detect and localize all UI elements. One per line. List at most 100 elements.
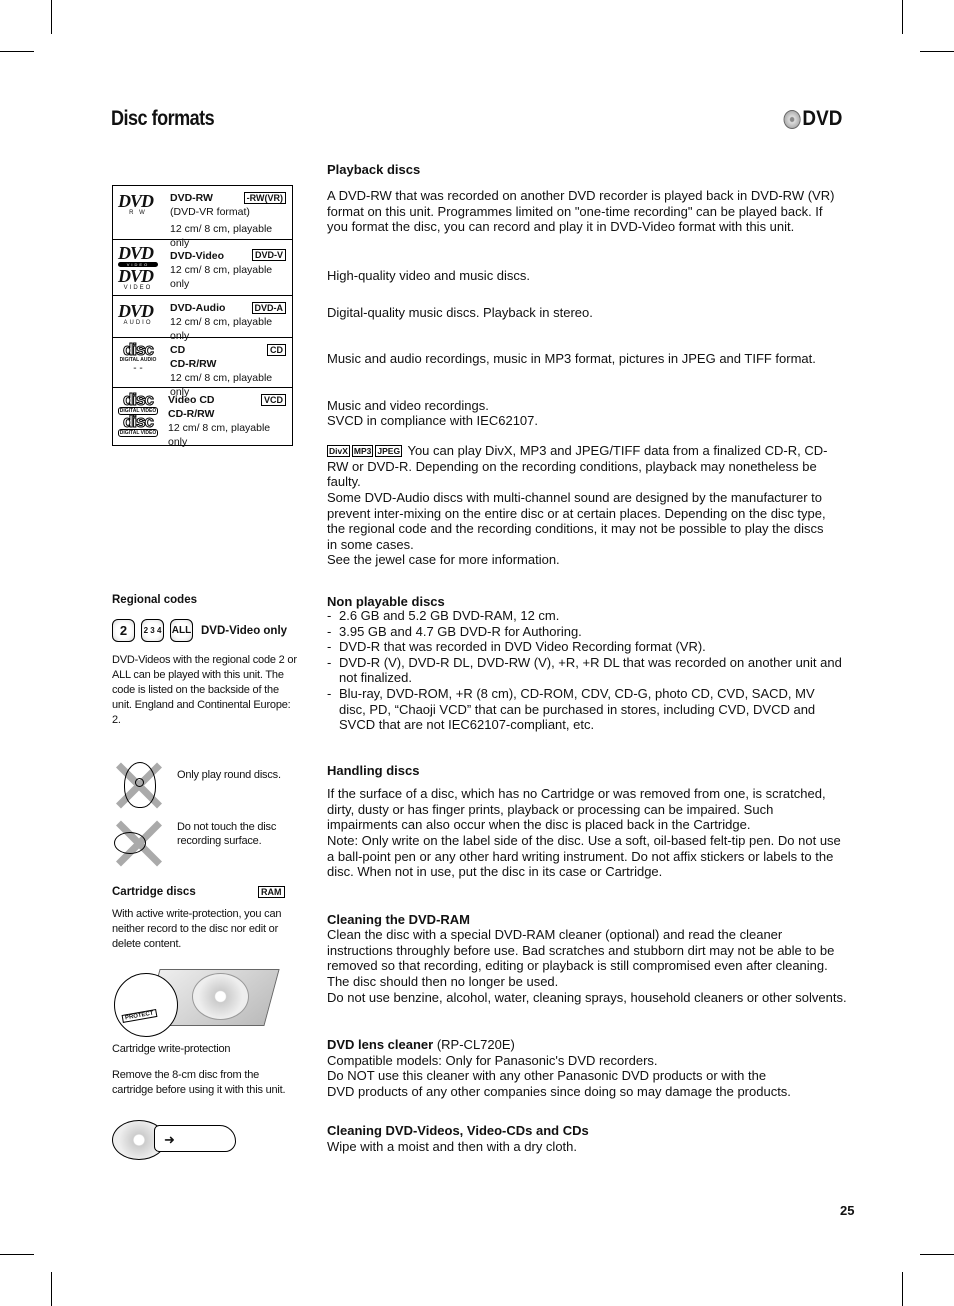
region-2-icon: 2 — [112, 619, 135, 642]
region-all-icon: ALL — [170, 619, 193, 642]
no-touch-surface-icon — [114, 818, 164, 868]
disc-row-cd: disc DIGITAL AUDIO - - CD CD-R/RW 12 cm/… — [113, 338, 292, 398]
list-item: 2.6 GB and 5.2 GB DVD-RAM, 12 cm. — [327, 608, 842, 624]
handling-note: Note: Only write on the label side of th… — [327, 833, 841, 880]
format-badge: -RW(VR) — [243, 192, 286, 204]
crop-mark — [920, 1254, 954, 1255]
touch-warning: Do not touch the disc recording surface. — [177, 821, 277, 847]
disc-name-2: CD-R/RW — [170, 358, 217, 370]
logo-subtitle: DIGITAL VIDEO — [118, 429, 158, 437]
logo-extra: - - — [133, 363, 143, 374]
dvd-section-logo: DVD — [783, 107, 842, 131]
desc-dvd-rw: A DVD-RW that was recorded on another DV… — [327, 188, 835, 235]
video-cd-logo: disc DIGITAL VIDEO disc DIGITAL VIDEO — [118, 390, 158, 437]
no-odd-shape-disc-icon — [114, 760, 164, 810]
jpeg-badge: JPEG — [375, 445, 403, 457]
handling-text: If the surface of a disc, which has no C… — [327, 786, 826, 833]
disc-extra: (DVD-VR format) — [170, 206, 250, 218]
cleaning-ram-warning: Do not use benzine, alcohol, water, clea… — [327, 990, 847, 1005]
disc-row-dvd-video: DVD VIDEO DVD VIDEO DVD-Video 12 cm/ 8 c… — [113, 240, 292, 296]
format-note-paragraph: DivX MP3 JPEG You can play DivX, MP3 and J… — [327, 443, 839, 490]
cartridge-heading: Cartridge discs — [112, 886, 196, 898]
list-item: 3.95 GB and 4.7 GB DVD-R for Authoring. — [327, 624, 842, 640]
region-234-icon: 2 3 4 — [141, 619, 164, 642]
dvd-audio-logo: DVD AUDIO — [118, 302, 158, 326]
cleaning-ram-heading: Cleaning the DVD-RAM — [327, 912, 470, 927]
format-badge: CD — [267, 344, 286, 356]
desc-dvd-video: High-quality video and music discs. — [327, 268, 531, 283]
lens-cleaner-warning: Do NOT use this cleaner with any other P… — [327, 1068, 791, 1099]
non-playable-list: 2.6 GB and 5.2 GB DVD-RAM, 12 cm. 3.95 G… — [327, 608, 842, 733]
cleaning-ram-text: Clean the disc with a special DVD-RAM cl… — [327, 927, 835, 989]
dvd-logo-mark: DVD — [118, 301, 154, 321]
cartridge-illustration: PROTECT — [112, 965, 280, 1037]
disc-format-table: DVD R W DVD-RW (DVD-VR format) 12 cm/ 8 … — [112, 185, 293, 448]
desc-svcd: SVCD in compliance with IEC62107. — [327, 413, 538, 428]
crop-mark — [51, 0, 52, 34]
playback-heading: Playback discs — [327, 162, 421, 177]
crop-mark — [902, 0, 903, 34]
disc-name: DVD-RW — [170, 192, 213, 204]
cleaning-cds-text: Wipe with a moist and then with a dry cl… — [327, 1139, 578, 1154]
regional-label: DVD-Video only — [201, 624, 288, 637]
regional-heading: Regional codes — [112, 594, 197, 606]
disc-row-dvd-audio: DVD AUDIO DVD-Audio 12 cm/ 8 cm, playabl… — [113, 296, 292, 342]
mp3-badge: MP3 — [351, 445, 374, 457]
disc-name-2: CD-R/RW — [168, 408, 215, 420]
desc-video-cd: Music and video recordings. — [327, 398, 489, 413]
lens-cleaner-heading: DVD lens cleaner — [327, 1037, 434, 1052]
cd-logo-mark: disc — [122, 390, 154, 409]
wipe-disc-illustration: ➜ — [112, 1115, 237, 1160]
handling-heading: Handling discs — [327, 763, 420, 778]
compact-disc-logo: disc DIGITAL AUDIO - - — [118, 340, 158, 375]
disc-row-dvd-rw: DVD R W DVD-RW (DVD-VR format) 12 cm/ 8 … — [113, 186, 292, 249]
arrow-right-icon: ➜ — [164, 1132, 175, 1147]
logo-subtitle: AUDIO — [123, 320, 153, 326]
format-badge: DVD-A — [251, 302, 286, 314]
cd-logo-mark: disc — [122, 412, 154, 431]
desc-cd: Music and audio recordings, music in MP3… — [327, 351, 816, 366]
logo-subtitle: VIDEO — [123, 285, 153, 291]
dvd-logo-mark: DVD — [118, 266, 154, 286]
jewel-note: See the jewel case for more information. — [327, 552, 560, 567]
disc-name: DVD-Video — [170, 250, 225, 262]
list-item: Blu-ray, DVD-ROM, +R (8 cm), CD-ROM, CDV… — [327, 686, 842, 733]
disc-icon — [783, 109, 801, 129]
crop-mark — [902, 1272, 903, 1306]
lens-cleaner-model: (RP-CL720E) — [436, 1037, 515, 1052]
format-badge: DVD-V — [251, 249, 286, 261]
audio-note: Some DVD-Audio discs with multi-channel … — [327, 490, 826, 552]
page-title: Disc formats — [111, 107, 215, 130]
crop-mark — [0, 1254, 34, 1255]
divx-badge: DivX — [327, 445, 350, 457]
cartridge-text: With active write-protection, you can ne… — [112, 908, 282, 950]
lens-cleaner-title-line: DVD lens cleaner (RP-CL720E) — [327, 1037, 837, 1053]
round-disc-warning: Only play round discs. — [177, 769, 281, 781]
disc-row-video-cd: disc DIGITAL VIDEO disc DIGITAL VIDEO Vi… — [113, 388, 292, 448]
dvd-rw-logo: DVD R W — [118, 192, 158, 216]
regional-code-icons: 2 2 3 4 ALL DVD-Video only — [112, 619, 287, 642]
dvd-video-logo: DVD VIDEO DVD VIDEO — [118, 244, 158, 291]
disc-size: 12 cm/ 8 cm, playable only — [170, 264, 273, 290]
non-playable-heading: Non playable discs — [327, 594, 445, 609]
cleaning-cds-heading: Cleaning DVD-Videos, Video-CDs and CDs — [327, 1123, 589, 1138]
list-item: DVD-R (V), DVD-R DL, DVD-RW (V), +R, +R … — [327, 655, 842, 686]
lens-cleaner-compat: Compatible models: Only for Panasonic's … — [327, 1053, 658, 1068]
desc-dvd-audio: Digital-quality music discs. Playback in… — [327, 305, 593, 320]
crop-mark — [0, 51, 34, 52]
disc-name: DVD-Audio — [170, 302, 226, 314]
dvd-logo-mark: DVD — [118, 191, 154, 211]
dvd-logo-mark: DVD — [118, 243, 154, 263]
dvd-logo-text: DVD — [802, 107, 842, 130]
cartridge-caption: Cartridge write-protection — [112, 1043, 231, 1055]
page-number: 25 — [840, 1203, 855, 1218]
disc-name: CD — [170, 344, 186, 356]
format-badge: VCD — [260, 394, 286, 406]
ram-badge: RAM — [258, 886, 285, 898]
disc-name: Video CD — [168, 394, 215, 406]
list-item: DVD-R that was recorded in DVD Video Rec… — [327, 639, 842, 655]
crop-mark — [920, 51, 954, 52]
remove-disc-note: Remove the 8-cm disc from the cartridge … — [112, 1069, 286, 1096]
cd-logo-mark: disc — [122, 340, 154, 359]
crop-mark — [51, 1272, 52, 1306]
